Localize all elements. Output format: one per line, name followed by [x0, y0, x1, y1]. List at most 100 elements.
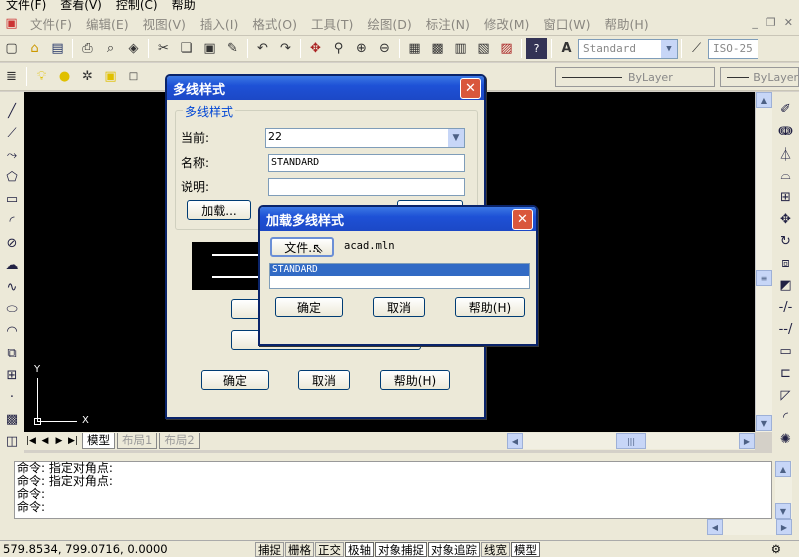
open-icon[interactable]: ⌂ [24, 38, 45, 59]
help-button[interactable]: 帮助(H) [455, 297, 525, 317]
scale-icon[interactable]: ⧈ [776, 252, 796, 274]
grid-toggle[interactable]: 栅格 [285, 541, 314, 557]
scroll-down-icon[interactable]: ▼ [775, 503, 791, 519]
style-list[interactable]: STANDARD [269, 263, 530, 289]
menu-view[interactable]: 视图(V) [136, 14, 193, 33]
array-icon[interactable]: ⊞ [776, 186, 796, 208]
paste-icon[interactable]: ▣ [199, 38, 220, 59]
osnap-toggle[interactable]: 对象捕捉 [375, 541, 427, 557]
command-scrollbar[interactable]: ▲ ▼ [775, 461, 792, 519]
app-menu-help[interactable]: 帮助 [166, 0, 204, 11]
construction-line-icon[interactable]: ⟋ [2, 122, 22, 144]
tray-settings-icon[interactable]: ⚙ [771, 542, 781, 556]
pan-icon[interactable]: ✥ [305, 38, 326, 59]
layer-manager-icon[interactable]: ≣ [1, 66, 22, 87]
color-control-select[interactable]: ByLayer [555, 67, 715, 87]
hatch-icon[interactable]: ▩ [2, 408, 22, 430]
ok-button[interactable]: 确定 [275, 297, 343, 317]
explode-icon[interactable]: ✺ [776, 428, 796, 450]
arc-icon[interactable]: ◜ [2, 210, 22, 232]
polyline-icon[interactable]: ⤳ [2, 144, 22, 166]
zoom-window-icon[interactable]: ⊕ [351, 38, 372, 59]
publish-icon[interactable]: ◈ [123, 38, 144, 59]
minimize-icon[interactable]: _ [752, 16, 758, 29]
undo-icon[interactable]: ↶ [252, 38, 273, 59]
menu-window[interactable]: 窗口(W) [536, 14, 597, 33]
chamfer-icon[interactable]: ◸ [776, 384, 796, 406]
cancel-button[interactable]: 取消 [298, 370, 350, 390]
linetype-control-select[interactable]: ByLayer [720, 67, 799, 87]
break-icon[interactable]: ▭ [776, 340, 796, 362]
scroll-thumb[interactable]: ≡ [756, 270, 772, 286]
scroll-left-icon[interactable]: ◀ [507, 433, 523, 449]
copy-object-icon[interactable]: ↈ [776, 120, 796, 142]
close-icon[interactable]: ✕ [512, 209, 533, 230]
cut-icon[interactable]: ✂ [153, 38, 174, 59]
rectangle-icon[interactable]: ▭ [2, 188, 22, 210]
rotate-icon[interactable]: ↻ [776, 230, 796, 252]
menu-file[interactable]: 文件(F) [23, 14, 79, 33]
ortho-toggle[interactable]: 正交 [315, 541, 344, 557]
app-menu-view[interactable]: 查看(V) [54, 0, 110, 11]
load-button[interactable]: 加载... [187, 200, 251, 220]
dim-style-select[interactable]: ISO-25 [708, 38, 758, 59]
text-style-select[interactable]: Standard ▼ [578, 38, 678, 59]
chevron-down-icon[interactable]: ▼ [661, 39, 677, 58]
close-icon[interactable]: ✕ [784, 16, 793, 29]
insert-block-icon[interactable]: ⧉ [2, 342, 22, 364]
command-hscrollbar[interactable]: ◀ ▶ [707, 519, 792, 535]
fillet-icon[interactable]: ◜ [776, 406, 796, 428]
description-input[interactable] [268, 178, 465, 196]
sun-icon[interactable]: ● [54, 66, 75, 87]
zoom-realtime-icon[interactable]: ⚲ [328, 38, 349, 59]
close-icon[interactable]: ✕ [460, 78, 481, 99]
tab-model[interactable]: 模型 [82, 433, 115, 449]
menu-tools[interactable]: 工具(T) [304, 14, 360, 33]
scroll-left-icon[interactable]: ◀ [707, 519, 723, 535]
tool-palettes-icon[interactable]: ▥ [450, 38, 471, 59]
preview-icon[interactable]: ⌕ [100, 38, 121, 59]
element-properties-button[interactable] [231, 299, 261, 319]
scroll-right-icon[interactable]: ▶ [739, 433, 755, 449]
vertical-scrollbar[interactable]: ▲ ≡ ▼ [755, 92, 772, 432]
menu-dimension[interactable]: 标注(N) [419, 14, 477, 33]
current-style-select[interactable]: 22 ▼ [265, 128, 465, 148]
make-block-icon[interactable]: ⊞ [2, 364, 22, 386]
horizontal-scrollbar[interactable]: ◀ ||| ▶ [507, 433, 755, 449]
tab-layout1[interactable]: 布局1 [117, 433, 158, 449]
stretch-icon[interactable]: ◩ [776, 274, 796, 296]
file-button[interactable]: 文件... [270, 237, 334, 257]
zoom-previous-icon[interactable]: ⊖ [374, 38, 395, 59]
lock-icon[interactable]: ▣ [100, 66, 121, 87]
ellipse-arc-icon[interactable]: ◠ [2, 320, 22, 342]
lineweight-toggle[interactable]: 线宽 [481, 541, 510, 557]
copy-icon[interactable]: ❏ [176, 38, 197, 59]
color-swatch-icon[interactable]: □ [123, 66, 144, 87]
menu-modify[interactable]: 修改(M) [477, 14, 537, 33]
app-menu-file[interactable]: 文件(F) [0, 0, 54, 11]
restore-icon[interactable]: ❐ [766, 16, 776, 29]
ellipse-icon[interactable]: ⬭ [2, 298, 22, 320]
polygon-icon[interactable]: ⬠ [2, 166, 22, 188]
list-item[interactable]: STANDARD [270, 264, 529, 276]
lightbulb-icon[interactable]: 💡︎ [31, 66, 52, 87]
menu-draw[interactable]: 绘图(D) [360, 14, 418, 33]
spline-icon[interactable]: ∿ [2, 276, 22, 298]
design-center-icon[interactable]: ▩ [427, 38, 448, 59]
point-icon[interactable]: · [2, 386, 22, 408]
dbconnect-icon[interactable]: ▧ [473, 38, 494, 59]
help-button[interactable]: 帮助(H) [380, 370, 450, 390]
ok-button[interactable]: 确定 [201, 370, 269, 390]
otrack-toggle[interactable]: 对象追踪 [428, 541, 480, 557]
cancel-button[interactable]: 取消 [373, 297, 425, 317]
menu-insert[interactable]: 插入(I) [193, 14, 245, 33]
menu-format[interactable]: 格式(O) [245, 14, 304, 33]
offset-icon[interactable]: ⌓ [776, 164, 796, 186]
revision-cloud-icon[interactable]: ☁ [2, 254, 22, 276]
markup-icon[interactable]: ▨ [496, 38, 517, 59]
snap-toggle[interactable]: 捕捉 [255, 541, 284, 557]
tab-layout2[interactable]: 布局2 [159, 433, 200, 449]
erase-icon[interactable]: ✐ [776, 98, 796, 120]
scroll-right-icon[interactable]: ▶ [776, 519, 792, 535]
mirror-icon[interactable]: ⏃ [776, 142, 796, 164]
